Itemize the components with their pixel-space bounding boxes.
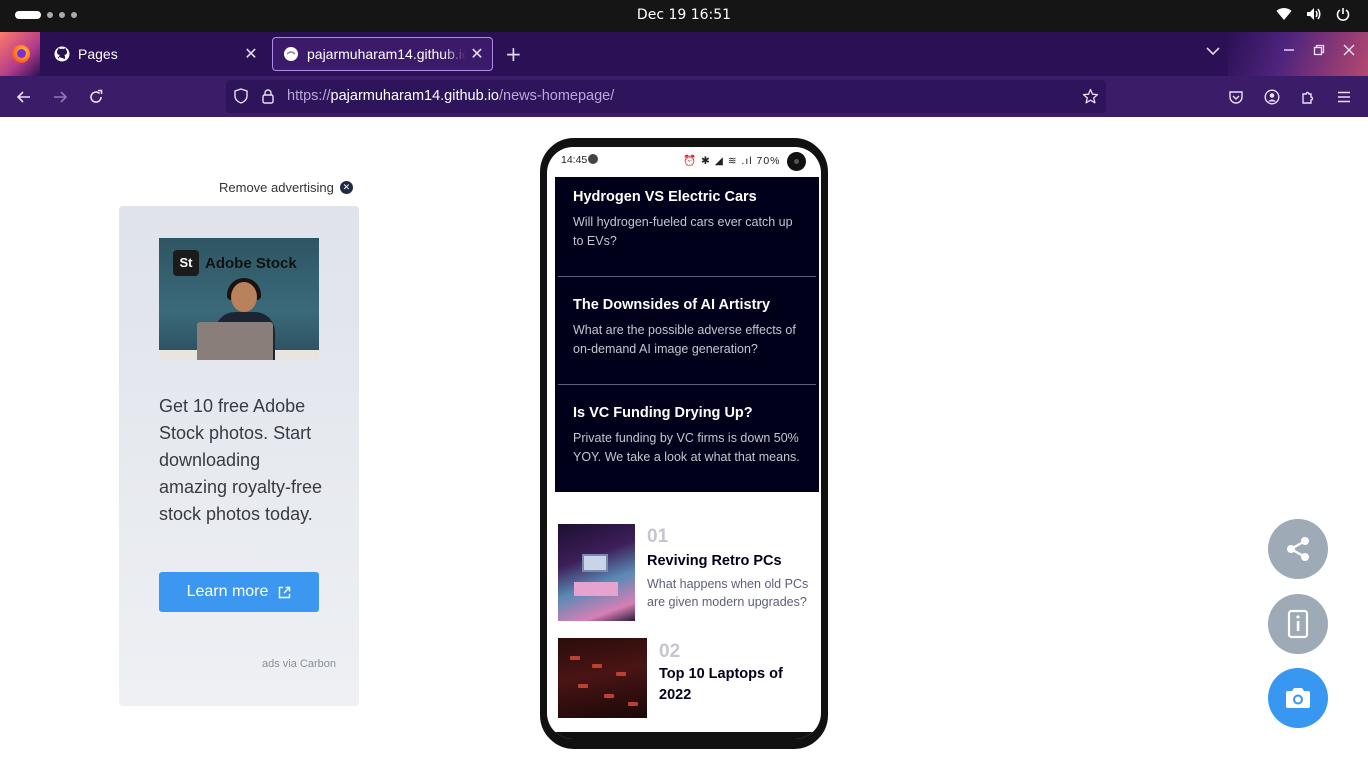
device-info-button[interactable] <box>1268 594 1328 654</box>
thumb-detail <box>582 554 608 572</box>
phone-status-time: 14:45 <box>561 154 588 166</box>
remove-advertising-link[interactable]: Remove advertising ✕ <box>219 180 353 195</box>
external-link-icon <box>279 586 291 598</box>
tab-strip: Pages ✕ pajarmuharam14.github.io ✕ + <box>0 32 1368 76</box>
camera-icon <box>1286 688 1310 708</box>
share-button[interactable] <box>1268 519 1328 579</box>
power-icon <box>1336 8 1350 21</box>
tab-news-homepage[interactable]: pajarmuharam14.github.io ✕ <box>272 37 493 71</box>
adobe-stock-wordmark: Adobe Stock <box>205 254 297 272</box>
url-host: pajarmuharam14.github.io <box>330 88 499 104</box>
ad-image[interactable]: St Adobe Stock <box>159 238 319 360</box>
new-article-desc: Will hydrogen-fueled cars ever catch up … <box>573 215 793 248</box>
keyboard-key <box>578 684 588 688</box>
restore-icon[interactable] <box>1313 44 1325 60</box>
phone-status-icons: ⏰ ✱ ◢ ≋ .ıl 70% <box>683 155 781 167</box>
ranked-article-title[interactable]: Reviving Retro PCs <box>647 551 782 572</box>
ranked-article[interactable]: 01 Reviving Retro PCs What happens when … <box>558 524 820 622</box>
remove-advertising-label: Remove advertising <box>219 180 334 195</box>
page-content: Remove advertising ✕ St Adobe Stock Get … <box>0 117 1368 768</box>
thumb-detail <box>574 582 618 596</box>
url-path: /news-homepage/ <box>499 88 615 104</box>
close-tab-icon[interactable]: ✕ <box>240 44 262 64</box>
learn-more-label: Learn more <box>186 583 269 600</box>
new-article-title[interactable]: Is VC Funding Drying Up? <box>573 405 801 421</box>
new-articles-box: Hydrogen VS Electric Cars Will hydrogen-… <box>555 177 819 492</box>
ranked-article-title[interactable]: Top 10 Laptops of 2022 <box>659 664 799 706</box>
rank-number: 01 <box>647 526 669 547</box>
tab-title: pajarmuharam14.github.io <box>307 46 466 62</box>
tab-pages[interactable]: Pages ✕ <box>44 37 266 71</box>
back-icon[interactable] <box>14 87 34 107</box>
list-all-tabs-icon[interactable] <box>1206 44 1220 60</box>
ads-via-carbon-link[interactable]: ads via Carbon <box>262 658 336 670</box>
ad-image-laptop <box>197 322 273 360</box>
close-tab-icon[interactable]: ✕ <box>466 44 488 64</box>
volume-icon <box>1307 8 1321 20</box>
device-info-icon <box>1287 609 1309 639</box>
wifi-icon <box>1276 8 1292 20</box>
rank-number: 02 <box>659 641 681 662</box>
phone-bottom-bezel <box>547 732 821 739</box>
divider <box>558 276 816 277</box>
ranked-article[interactable]: 02 Top 10 Laptops of 2022 <box>558 638 820 718</box>
new-article[interactable]: The Downsides of AI Artistry What are th… <box>555 297 819 359</box>
ad-copy[interactable]: Get 10 free Adobe Stock photos. Start do… <box>159 393 329 528</box>
keyboard-key <box>592 664 602 668</box>
front-camera <box>787 152 806 171</box>
bookmark-star-icon[interactable] <box>1080 86 1100 106</box>
retro-pc-thumbnail[interactable] <box>558 524 635 621</box>
tab-title: Pages <box>78 46 118 62</box>
github-icon <box>54 46 70 62</box>
phone-mockup: 14:45 ⏰ ✱ ◢ ≋ .ıl 70% Hydrogen VS Electr… <box>540 138 828 749</box>
keyboard-key <box>628 702 638 706</box>
new-article-title[interactable]: The Downsides of AI Artistry <box>573 297 801 313</box>
menu-icon[interactable] <box>1334 87 1354 107</box>
pocket-icon[interactable] <box>1226 87 1246 107</box>
screenshot-button[interactable] <box>1268 668 1328 728</box>
site-icon <box>283 46 299 62</box>
phone-screen: 14:45 ⏰ ✱ ◢ ≋ .ıl 70% Hydrogen VS Electr… <box>547 147 821 739</box>
keyboard-key <box>570 656 580 660</box>
reload-icon[interactable] <box>86 87 106 107</box>
new-article-desc: What are the possible adverse effects of… <box>573 323 796 356</box>
lock-icon[interactable] <box>258 86 278 106</box>
adobe-stock-logo: St Adobe Stock <box>173 250 297 276</box>
close-circle-icon: ✕ <box>339 181 353 194</box>
phone-status-bar: 14:45 ⏰ ✱ ◢ ≋ .ıl 70% <box>547 147 821 171</box>
learn-more-button[interactable]: Learn more <box>159 572 319 612</box>
new-article-title[interactable]: Hydrogen VS Electric Cars <box>573 189 801 205</box>
ad-image-person-head <box>231 282 257 312</box>
new-tab-icon[interactable]: + <box>505 42 522 66</box>
spotify-icon <box>588 154 598 164</box>
url-bar[interactable]: https://pajarmuharam14.github.io/news-ho… <box>226 80 1106 113</box>
divider <box>558 384 816 385</box>
url-scheme: https:// <box>287 88 331 104</box>
carbon-ad-card: St Adobe Stock Get 10 free Adobe Stock p… <box>119 206 359 706</box>
keyboard-key <box>616 672 626 676</box>
tracking-protection-shield-icon[interactable] <box>231 86 251 106</box>
adobe-stock-badge: St <box>173 250 199 276</box>
account-icon[interactable] <box>1262 87 1282 107</box>
laptop-keyboard-thumbnail[interactable] <box>558 638 647 718</box>
forward-icon[interactable] <box>50 87 70 107</box>
share-icon <box>1287 537 1309 561</box>
extensions-icon[interactable] <box>1298 87 1318 107</box>
new-article[interactable]: Is VC Funding Drying Up? Private funding… <box>555 405 819 467</box>
new-article[interactable]: Hydrogen VS Electric Cars Will hydrogen-… <box>555 189 819 251</box>
url-text[interactable]: https://pajarmuharam14.github.io/news-ho… <box>287 88 614 104</box>
ranked-article-desc: What happens when old PCs are given mode… <box>647 577 809 609</box>
navigation-toolbar: https://pajarmuharam14.github.io/news-ho… <box>0 76 1368 117</box>
close-window-icon[interactable] <box>1343 44 1355 60</box>
keyboard-key <box>604 694 614 698</box>
os-clock[interactable]: Dec 19 16:51 <box>0 7 1368 23</box>
system-tray[interactable] <box>1276 7 1350 21</box>
firefox-view-icon[interactable] <box>12 45 30 63</box>
new-article-desc: Private funding by VC firms is down 50% … <box>573 431 800 464</box>
os-top-bar: Dec 19 16:51 <box>0 0 1368 32</box>
minimize-icon[interactable] <box>1283 44 1295 60</box>
